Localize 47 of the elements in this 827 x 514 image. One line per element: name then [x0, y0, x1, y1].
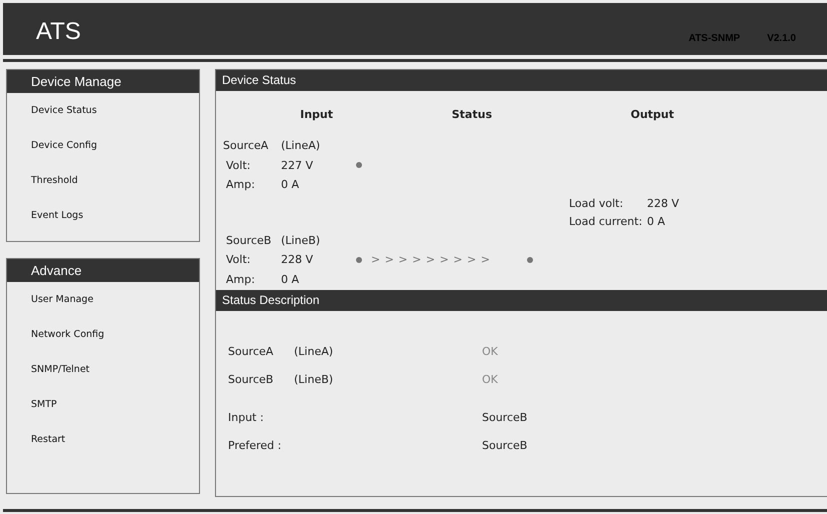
status-dot-icon — [527, 256, 534, 263]
sidebar-link[interactable]: Network Config — [7, 317, 199, 352]
column-heading: Status — [450, 108, 492, 123]
status-text: OK — [482, 372, 498, 386]
logo-text: ATS — [36, 18, 81, 46]
status-dot-icon — [356, 256, 362, 263]
sidebar-link[interactable]: User Manage — [7, 282, 199, 317]
sidebar-heading: Advance — [7, 259, 199, 282]
field-value: 0 A — [281, 178, 300, 192]
sidebar-link[interactable]: SNMP/Telnet — [7, 352, 199, 387]
source-name: SourceA — [223, 139, 270, 152]
field-value: 0 A — [647, 215, 666, 228]
field-value: SourceB — [482, 410, 528, 424]
field-label: Volt: — [225, 158, 252, 172]
status-text: OK — [482, 344, 498, 358]
source-name: SourceB — [225, 234, 272, 247]
sidebar-link[interactable]: Device Config — [7, 128, 199, 163]
sidebar-link[interactable]: Device Status — [7, 93, 199, 128]
line-name: (LineB) — [281, 234, 322, 247]
source-name: SourceA — [228, 344, 274, 358]
status-dot-icon — [356, 162, 362, 168]
field-value: 227 V — [281, 158, 314, 172]
field-label: Volt: — [225, 253, 252, 266]
line-name: (LineA) — [281, 139, 322, 152]
line-name: (LineB) — [294, 372, 334, 386]
sidebar-heading: Device Manage — [7, 70, 199, 93]
field-label: Load volt: — [569, 197, 624, 210]
sidebar-link[interactable]: Event Logs — [7, 198, 199, 233]
sidebar-link[interactable]: Threshold — [7, 163, 199, 198]
section-heading: Device Status — [216, 70, 827, 91]
field-label: Input : — [228, 410, 265, 424]
source-name: SourceB — [228, 372, 274, 386]
field-label: Prefered : — [228, 438, 282, 452]
column-heading: Input — [299, 108, 333, 123]
field-label: Load current: — [569, 215, 644, 228]
sidebar-link[interactable]: SMTP — [7, 387, 199, 422]
field-value: 228 V — [647, 197, 680, 210]
field-label: Amp: — [225, 178, 256, 192]
line-name: (LineA) — [294, 344, 334, 358]
field-value: SourceB — [482, 438, 528, 452]
transfer-arrows: > > > > > > > > > — [371, 253, 490, 266]
field-value: 0 A — [281, 272, 300, 286]
field-label: Amp: — [225, 272, 256, 286]
field-value: 228 V — [281, 253, 314, 266]
section-heading: Status Description — [216, 290, 827, 311]
column-heading: Output — [630, 108, 674, 123]
sidebar-link[interactable]: Restart — [7, 422, 199, 457]
